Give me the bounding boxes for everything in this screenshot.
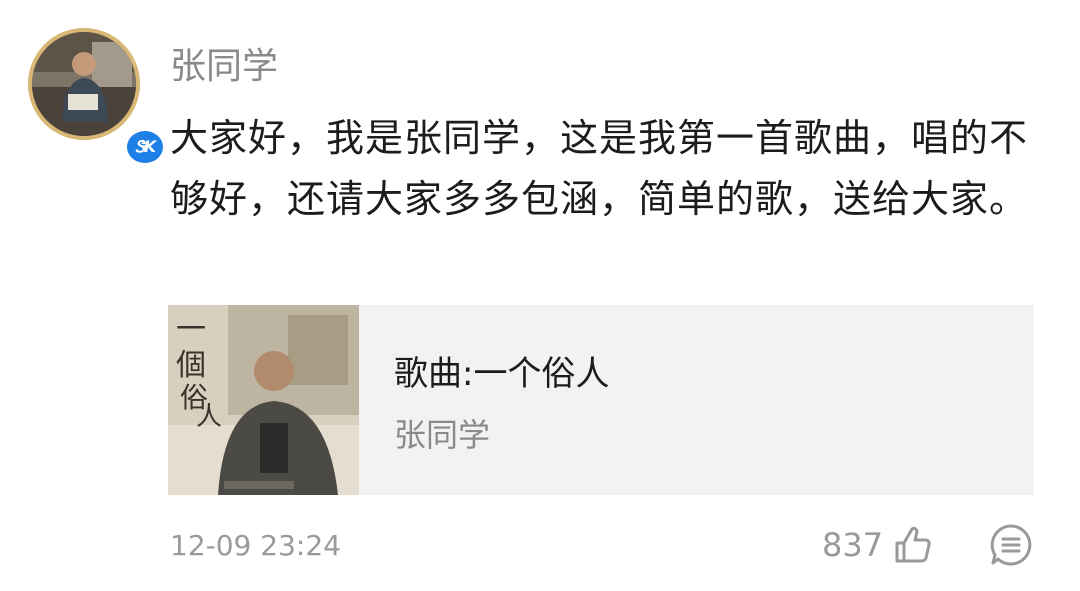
svg-text:一: 一 [176,312,206,347]
svg-text:個: 個 [176,348,206,383]
svg-text:人: 人 [196,402,222,432]
timestamp: 12-09 23:24 [170,529,341,562]
song-artist: 张同学 [394,416,491,454]
song-card[interactable]: 一 個 俗 人 歌曲:一个俗人 张同学 [168,305,1034,495]
avatar[interactable] [28,28,140,140]
verified-badge: ᏕK [124,128,166,166]
album-cover[interactable]: 一 個 俗 人 [168,305,359,495]
thumbs-up-icon[interactable] [891,523,935,567]
avatar-photo [32,32,136,136]
like-button[interactable]: 837 [822,522,935,568]
avatar-container[interactable]: ᏕK [28,28,166,166]
like-count: 837 [822,526,884,564]
username[interactable]: 张同学 [170,42,278,92]
comment-icon[interactable] [988,522,1034,568]
album-cover-image: 一 個 俗 人 [168,305,359,495]
song-title: 歌曲:一个俗人 [394,354,610,394]
post-content: 大家好，我是张同学，这是我第一首歌曲，唱的不够好，还请大家多多包涵，简单的歌，送… [170,116,1029,221]
comment-post: ᏕK 张同学 大家好，我是张同学，这是我第一首歌曲，唱的不够好，还请大家多多包涵… [0,0,1080,591]
